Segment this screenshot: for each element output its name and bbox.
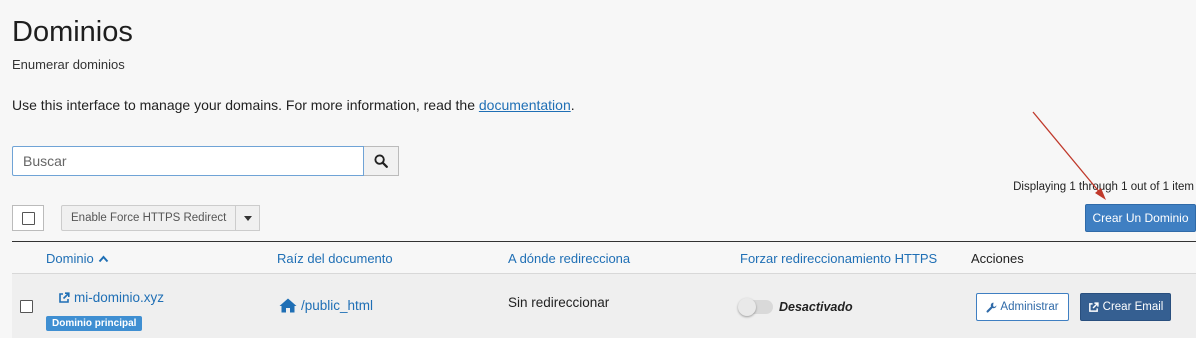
redirect-value: Sin redireccionar: [508, 295, 610, 310]
force-https-toggle[interactable]: [738, 298, 773, 316]
column-header-docroot[interactable]: Raíz del documento: [277, 251, 393, 266]
search-button[interactable]: [364, 146, 399, 176]
docroot-link[interactable]: /public_html: [279, 298, 373, 313]
documentation-link[interactable]: documentation: [479, 97, 571, 113]
column-header-domain[interactable]: Dominio: [46, 251, 109, 266]
force-https-button[interactable]: Enable Force HTTPS Redirect: [61, 205, 237, 231]
column-header-actions: Acciones: [971, 251, 1024, 266]
table-top-border: [12, 241, 1196, 242]
domain-link[interactable]: mi-dominio.xyz: [58, 290, 164, 305]
home-icon: [279, 298, 297, 313]
domain-name: mi-dominio.xyz: [74, 290, 165, 305]
force-https-toggle-group: Desactivado: [738, 298, 853, 316]
pagination-info: Displaying 1 through 1 out of 1 item: [1013, 181, 1194, 193]
caret-down-icon: [243, 215, 252, 221]
sort-up-icon: [98, 254, 108, 262]
select-all-checkbox-box: [21, 211, 35, 225]
manage-button[interactable]: Administrar: [976, 293, 1069, 321]
primary-domain-badge: Dominio principal: [46, 316, 143, 331]
search-input[interactable]: [12, 146, 364, 176]
force-https-caret-button[interactable]: [236, 205, 261, 231]
column-header-force-https[interactable]: Forzar redireccionamiento HTTPS: [740, 251, 937, 266]
create-domain-button[interactable]: Crear Un Dominio: [1085, 204, 1196, 232]
column-header-domain-label: Dominio: [46, 251, 94, 266]
row-checkbox[interactable]: [20, 300, 33, 313]
select-all-checkbox[interactable]: [12, 205, 44, 231]
force-https-dropdown: Enable Force HTTPS Redirect: [61, 205, 261, 231]
search-icon: [374, 154, 388, 168]
force-https-status: Desactivado: [779, 300, 853, 314]
intro-text: Use this interface to manage your domain…: [12, 97, 575, 113]
page-title: Dominios: [12, 16, 133, 48]
row-checkbox-box: [20, 300, 33, 313]
search-bar: [12, 146, 399, 176]
docroot-path: /public_html: [301, 298, 374, 313]
create-email-button[interactable]: Crear Email: [1080, 293, 1171, 321]
page-subtitle: Enumerar dominios: [12, 57, 125, 72]
external-link-icon: [59, 291, 70, 303]
intro-text-body: Use this interface to manage your domain…: [12, 97, 479, 113]
wrench-icon: [986, 302, 997, 313]
manage-button-label: Administrar: [1000, 301, 1059, 313]
external-link-icon: [1088, 301, 1099, 312]
intro-text-suffix: .: [570, 97, 575, 113]
create-email-button-label: Crear Email: [1102, 301, 1164, 313]
column-header-redirect[interactable]: A dónde redirecciona: [508, 251, 630, 266]
